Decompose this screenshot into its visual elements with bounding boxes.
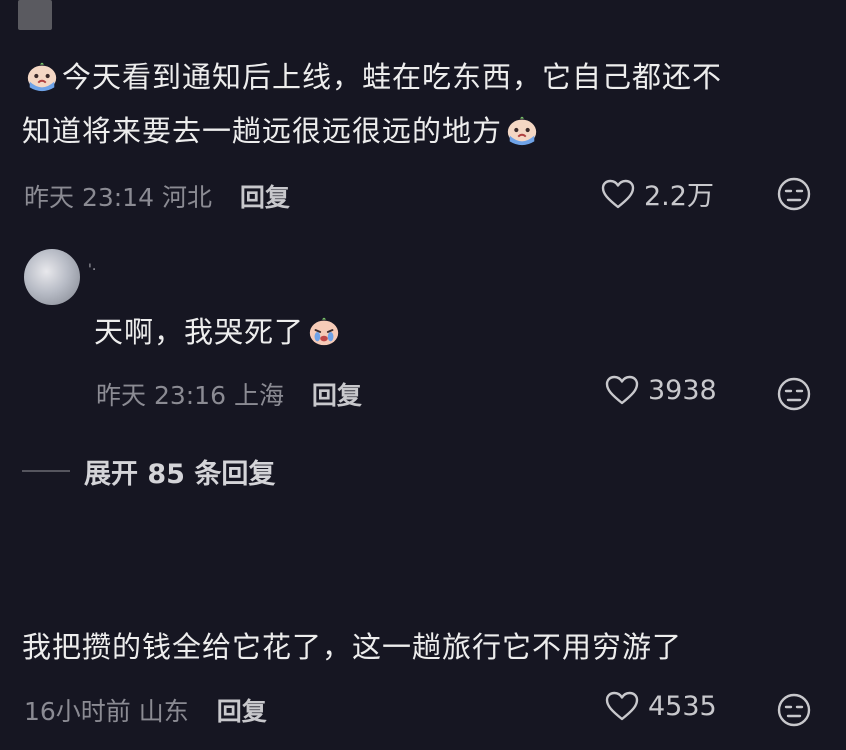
expand-replies-button[interactable]: 展开 85 条回复: [84, 452, 275, 491]
expand-divider: [22, 470, 70, 472]
heart-icon[interactable]: [600, 178, 636, 210]
dislike-face-icon[interactable]: [776, 692, 812, 728]
like-count: 3938: [648, 374, 717, 406]
comment-time: 昨天 23:16: [96, 381, 226, 410]
heart-icon[interactable]: [604, 690, 640, 722]
reply-username[interactable]: '·: [88, 262, 96, 278]
crying-emoji-icon: [304, 315, 344, 349]
reply-button[interactable]: 回复: [240, 183, 290, 212]
reply-meta: 昨天 23:16 上海 回复: [96, 376, 362, 412]
comment-location: 山东: [138, 697, 189, 726]
comment-1-text: 今天看到通知后上线，蛙在吃东西，它自己都还不 知道将来要去一趟远很远很远的地方: [22, 60, 723, 148]
reply-button[interactable]: 回复: [312, 381, 362, 410]
heart-icon[interactable]: [604, 374, 640, 406]
comment-1-meta: 昨天 23:14 河北 回复: [24, 178, 290, 214]
comment-time: 昨天 23:14: [24, 183, 154, 212]
comment-location: 河北: [161, 183, 212, 212]
comment-3-text: 我把攒的钱全给它花了，这一趟旅行它不用穷游了: [22, 630, 683, 664]
like-group[interactable]: 2.2万: [600, 174, 714, 213]
crying-emoji-icon: [22, 60, 62, 94]
like-group[interactable]: 4535: [604, 690, 717, 722]
comment-time: 16小时前: [24, 697, 131, 726]
dislike-face-icon[interactable]: [776, 376, 812, 412]
dislike-face-icon[interactable]: [776, 176, 812, 212]
like-group[interactable]: 3938: [604, 374, 717, 406]
crying-emoji-icon: [502, 114, 542, 148]
comment-location: 上海: [233, 381, 284, 410]
user-avatar[interactable]: [18, 0, 52, 30]
comment-3-meta: 16小时前 山东 回复: [24, 692, 267, 728]
reply-avatar[interactable]: [24, 249, 80, 305]
reply-text: 天啊，我哭死了: [94, 305, 344, 359]
reply-button[interactable]: 回复: [217, 697, 267, 726]
like-count: 4535: [648, 690, 717, 722]
like-count: 2.2万: [644, 181, 714, 212]
